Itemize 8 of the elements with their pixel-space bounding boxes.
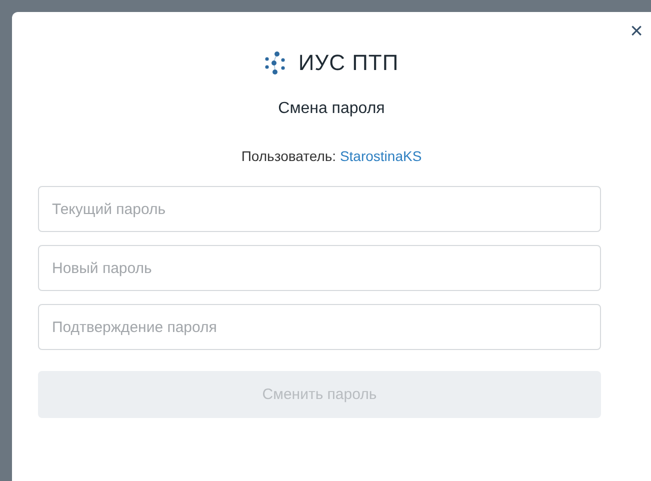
password-field[interactable]: Текущий пароль xyxy=(38,186,601,232)
password-field[interactable]: Подтверждение пароля xyxy=(38,304,601,350)
close-button[interactable]: × xyxy=(626,20,647,42)
dialog-title: Смена пароля xyxy=(278,100,385,118)
password-field[interactable]: Новый пароль xyxy=(38,245,601,291)
logo-text: ИУС ПТП xyxy=(298,50,399,76)
user-label: Пользователь: xyxy=(241,148,336,164)
user-link[interactable]: StarostinaKS xyxy=(340,148,422,164)
